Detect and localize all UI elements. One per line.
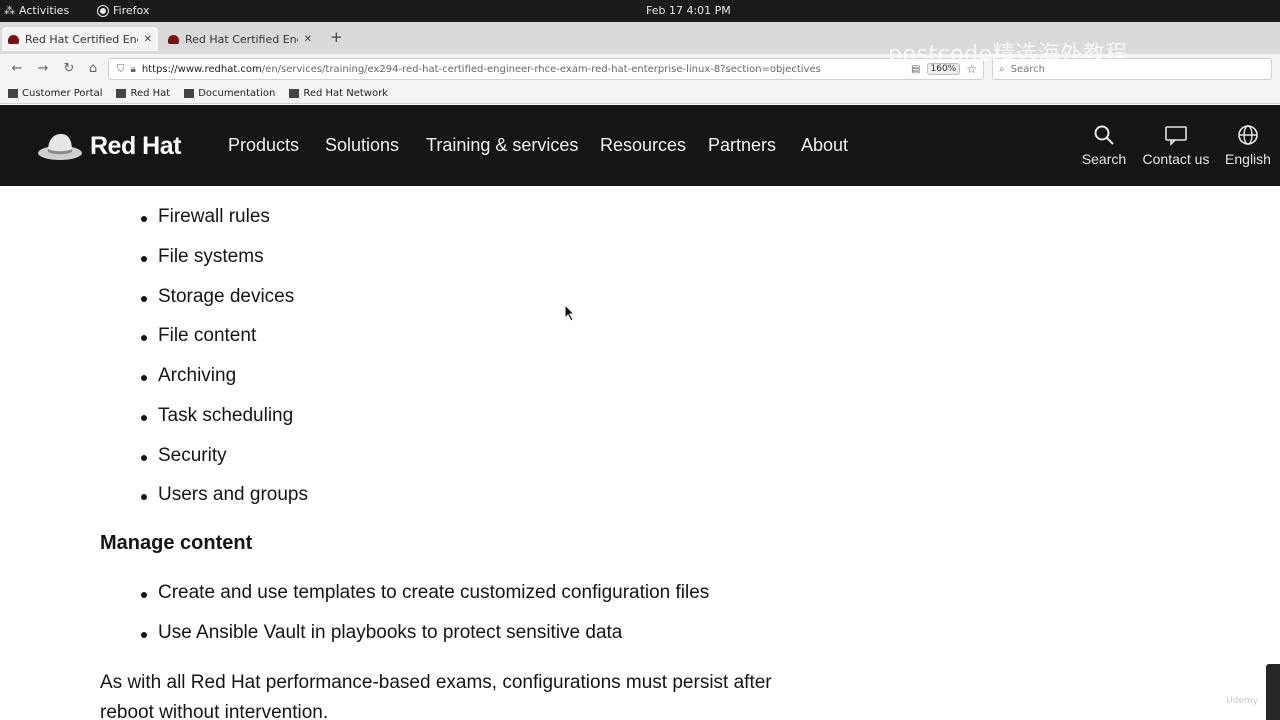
list-item: Storage devices [140,286,295,307]
bookmarks-toolbar: Customer Portal Red Hat Documentation Re… [0,84,1280,104]
site-header: Red Hat Products Solutions Training & se… [0,105,1280,186]
list-item: Use Ansible Vault in playbooks to protec… [140,622,623,643]
nav-about[interactable]: About [801,135,848,156]
list-item: Create and use templates to create custo… [140,582,710,603]
close-tab-icon[interactable]: ✕ [304,34,312,45]
list-item: Archiving [140,365,237,386]
activities-icon: ⁂ [4,4,15,17]
activities-button[interactable]: ⁂ Activities [4,4,69,17]
brand-name: Red Hat [90,131,181,160]
exam-objectives-content: Firewall rules File systems Storage devi… [0,186,1280,720]
contact-label: Contact us [1142,151,1210,167]
list-item: Task scheduling [140,405,294,426]
bookmark-icon [184,89,195,98]
bookmark-label: Red Hat Network [303,88,389,99]
nav-training-services[interactable]: Training & services [426,135,578,156]
globe-icon [1208,123,1280,147]
new-tab-button[interactable]: + [330,28,343,46]
shield-icon: ⛉ [117,63,125,75]
firefox-icon [98,5,108,16]
search-icon [1064,123,1144,147]
url-bar[interactable]: ⛉ 🔒︎ https://www.redhat.com/en/services/… [108,58,984,80]
app-menu-firefox[interactable]: Firefox [98,4,149,17]
close-tab-icon[interactable]: ✕ [144,34,152,45]
bookmark-documentation[interactable]: Documentation [184,88,275,99]
url-text: https://www.redhat.com/en/services/train… [142,64,905,75]
tab-title: Red Hat Certified Engineer [25,32,138,46]
bookmark-label: Documentation [198,88,276,99]
video-corner-overlay [1266,664,1280,720]
list-item: File systems [141,246,264,267]
nav-products[interactable]: Products [228,135,299,156]
bookmark-customer-portal[interactable]: Customer Portal [8,88,102,99]
reload-icon[interactable]: ↻ [60,60,78,78]
list-item: Users and groups [141,484,308,505]
activities-label: Activities [19,4,70,17]
app-name: Firefox [113,4,150,17]
bookmark-label: Customer Portal [22,88,103,99]
forward-icon[interactable]: → [34,60,52,78]
bookmark-icon [289,89,300,98]
language-label: English [1225,151,1271,167]
list-item: File content [140,325,257,346]
bookmark-icon [8,89,18,98]
chat-bubble-icon [1136,123,1216,147]
lock-icon: 🔒︎ [130,63,136,75]
exam-note-paragraph: As with all Red Hat performance-based ex… [100,672,772,720]
header-contact-button[interactable]: Contact us [1136,123,1216,167]
redhat-favicon-icon [168,34,179,44]
mouse-cursor-icon [564,304,576,322]
home-icon[interactable]: ⌂ [84,60,102,78]
bookmark-red-hat-network[interactable]: Red Hat Network [289,88,388,99]
header-language-button[interactable]: English [1208,123,1280,167]
nav-solutions[interactable]: Solutions [325,135,399,156]
nav-resources[interactable]: Resources [600,135,686,156]
bookmark-red-hat[interactable]: Red Hat [116,88,170,99]
nav-partners[interactable]: Partners [708,135,776,156]
tab-title: Red Hat Certified Engineer [185,32,298,46]
header-search-button[interactable]: Search [1064,123,1144,167]
url-path: /en/services/training/ex294-red-hat-cert… [261,63,821,75]
list-item: Firewall rules [141,206,270,227]
list-item: Security [141,445,227,466]
redhat-logo[interactable]: Red Hat [36,129,181,163]
back-icon[interactable]: ← [8,60,26,78]
redhat-favicon-icon [8,34,19,44]
bookmark-icon [116,89,127,98]
system-top-bar: ⁂ Activities Firefox Feb 17 4:01 PM [0,0,1280,22]
browser-tab[interactable]: Red Hat Certified Engineer ✕ [162,27,318,51]
search-label: Search [1081,151,1127,167]
browser-tab[interactable]: Red Hat Certified Engineer ✕ [2,27,158,51]
redhat-hat-icon [38,134,82,160]
url-domain: https://www.redhat.com [141,63,262,75]
udemy-watermark: Udemy [1226,696,1258,706]
bookmark-label: Red Hat [130,88,171,99]
video-watermark: postcode精选海外教程 [888,42,1128,67]
clock[interactable]: Feb 17 4:01 PM [646,4,731,17]
section-heading: Manage content [100,532,253,554]
